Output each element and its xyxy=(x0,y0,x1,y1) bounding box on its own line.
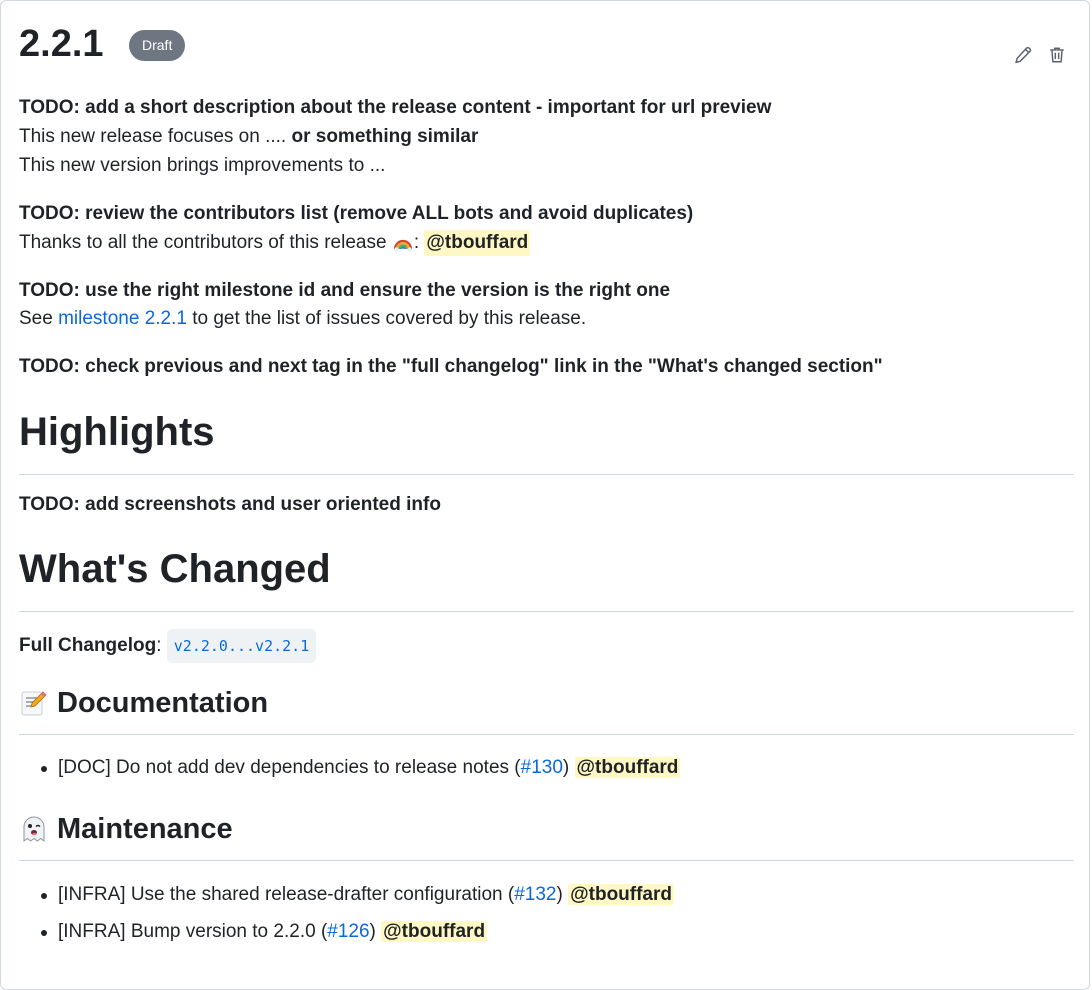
item-close: ) xyxy=(369,921,382,942)
milestone-rest: to get the list of issues covered by thi… xyxy=(186,308,587,329)
bullet xyxy=(41,893,47,899)
list-item: [DOC] Do not add dev dependencies to rel… xyxy=(58,755,681,781)
author-mention[interactable]: @tbouffard xyxy=(381,921,488,942)
list-item: [INFRA] Bump version to 2.2.0 (#126) @tb… xyxy=(58,919,488,945)
todo-milestone: TODO: use the right milestone id and ens… xyxy=(19,280,671,301)
full-changelog-line: Full Changelog: v2.2.0...v2.2.1 xyxy=(19,629,317,663)
highlights-heading: Highlights xyxy=(19,410,215,454)
thanks-text: Thanks to all the contributors of this r… xyxy=(19,232,392,253)
todo-highlights: TODO: add screenshots and user oriented … xyxy=(19,494,441,515)
item-close: ) xyxy=(562,757,575,778)
see-text: See xyxy=(19,308,59,329)
intro-line-1-text: This new release focuses on .... xyxy=(19,126,292,147)
milestone-link[interactable]: milestone 2.2.1 xyxy=(58,308,187,329)
memo-icon xyxy=(21,691,47,716)
intro-line-1-bold: or something similar xyxy=(291,126,479,147)
maintenance-divider xyxy=(19,860,1074,861)
compare-link[interactable]: v2.2.0...v2.2.1 xyxy=(166,629,317,663)
whats-changed-divider xyxy=(19,611,1074,612)
documentation-heading: Documentation xyxy=(19,685,268,721)
intro-line-1: This new release focuses on .... or some… xyxy=(19,124,478,150)
item-text: [INFRA] Bump version to 2.2.0 ( xyxy=(58,921,328,942)
documentation-title: Documentation xyxy=(57,687,269,719)
list-item: [INFRA] Use the shared release-drafter c… xyxy=(58,882,675,908)
intro-line-2: This new version brings improvements to … xyxy=(19,155,386,176)
pr-link[interactable]: #130 xyxy=(521,757,563,778)
ghost-icon xyxy=(23,816,45,843)
milestone-line: See milestone 2.2.1 to get the list of i… xyxy=(19,306,586,332)
edit-button[interactable] xyxy=(1011,43,1035,67)
trash-icon xyxy=(1050,47,1064,63)
thanks-line: Thanks to all the contributors of this r… xyxy=(19,230,531,256)
contributor-mention[interactable]: @tbouffard xyxy=(424,230,531,256)
author-mention[interactable]: @tbouffard xyxy=(568,884,675,905)
item-text: [DOC] Do not add dev dependencies to rel… xyxy=(58,757,521,778)
highlights-divider xyxy=(19,474,1074,475)
full-changelog-colon: : xyxy=(156,635,167,656)
item-text: [INFRA] Use the shared release-drafter c… xyxy=(58,884,515,905)
bullet xyxy=(41,766,47,772)
todo-description: TODO: add a short description about the … xyxy=(19,97,772,118)
author-mention[interactable]: @tbouffard xyxy=(574,757,681,778)
thanks-colon: : xyxy=(413,232,425,253)
delete-button[interactable] xyxy=(1045,43,1069,67)
maintenance-heading: Maintenance xyxy=(19,811,233,847)
release-title: 2.2.1 xyxy=(19,23,104,65)
todo-changelog: TODO: check previous and next tag in the… xyxy=(19,356,883,377)
item-close: ) xyxy=(556,884,569,905)
pr-link[interactable]: #132 xyxy=(514,884,556,905)
draft-badge: Draft xyxy=(129,30,186,61)
documentation-divider xyxy=(19,734,1074,735)
pr-link[interactable]: #126 xyxy=(327,921,369,942)
bullet xyxy=(41,930,47,936)
todo-contributors: TODO: review the contributors list (remo… xyxy=(19,203,694,224)
whats-changed-heading: What's Changed xyxy=(19,547,331,591)
rainbow-icon xyxy=(393,239,412,252)
pencil-icon xyxy=(1015,46,1032,64)
full-changelog-label: Full Changelog xyxy=(19,635,157,656)
maintenance-title: Maintenance xyxy=(57,813,233,845)
